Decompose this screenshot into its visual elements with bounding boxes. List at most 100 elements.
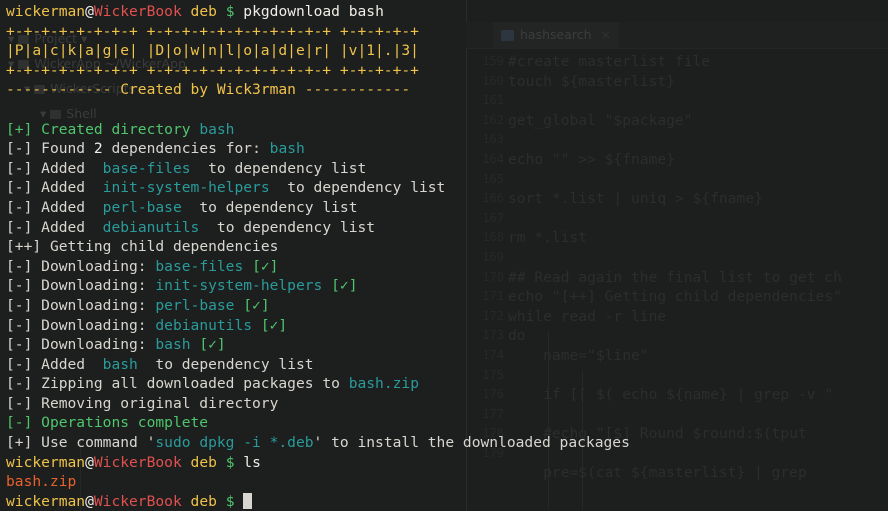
log-text: Operations complete	[41, 414, 209, 432]
log-label: Downloading:	[41, 277, 147, 295]
prompt-line-3[interactable]: wickerman@WickerBook deb $	[6, 492, 888, 511]
log-target: bash	[199, 120, 235, 138]
log-tag: [-]	[6, 218, 33, 236]
log-tag: [-]	[6, 414, 33, 432]
banner-rule-top: +-+-+-+-+-+-+-+ +-+-+-+-+-+-+-+-+-+-+ +-…	[6, 22, 419, 40]
prompt-symbol: $	[225, 453, 235, 471]
log-tag: [-]	[6, 159, 33, 177]
log-tag: [-]	[6, 355, 33, 373]
prompt-symbol: $	[225, 3, 235, 20]
log-operations-complete: [-] Operations complete	[6, 413, 888, 433]
log-text: Getting child dependencies	[49, 238, 279, 256]
banner-rule-bottom: +-+-+-+-+-+-+-+ +-+-+-+-+-+-+-+-+-+-+ +-…	[6, 61, 419, 79]
log-found-dependencies: [-] Found 2 dependencies for: bash	[6, 139, 888, 159]
log-text: Removing original directory	[41, 394, 279, 412]
prompt-user: wickerman	[6, 3, 86, 20]
log-text: Zipping all downloaded packages to	[41, 375, 340, 393]
log-tag: [-]	[6, 375, 33, 393]
log-zipping: [-] Zipping all downloaded packages to b…	[6, 374, 888, 394]
prompt-at: @	[85, 3, 94, 20]
log-package: init-system-helpers	[102, 179, 270, 197]
log-label: Downloading:	[41, 257, 147, 275]
banner-credit-text: Created by Wick3rman	[120, 81, 296, 99]
log-package: bash	[269, 140, 305, 158]
log-tag: [-]	[6, 296, 33, 314]
log-added-package: [-] Added perl-base to dependency list	[6, 198, 888, 218]
log-tag: [-]	[6, 336, 33, 354]
prompt-line-1: wickerman@WickerBook deb $ pkgdownload b…	[6, 2, 888, 22]
log-tag: [-]	[6, 277, 33, 295]
download-status-check: [✓]	[260, 316, 288, 334]
ls-output-archive: bash.zip	[6, 473, 77, 491]
log-text: Created directory	[41, 120, 191, 138]
log-added-package: [-] Added debianutils to dependency list	[6, 218, 888, 238]
prompt-host: WickerBook	[93, 453, 182, 471]
log-added-package: [-] Added base-files to dependency list	[6, 159, 888, 179]
download-status-check: [✓]	[331, 277, 358, 295]
log-package: debianutils	[155, 316, 253, 334]
log-tag: [++]	[6, 238, 42, 256]
log-added-rows: [-] Added base-files to dependency list[…	[6, 159, 888, 237]
prompt-line-2: wickerman@WickerBook deb $ ls	[6, 453, 888, 473]
log-hint-before: Use command '	[41, 434, 156, 452]
log-package: perl-base	[155, 296, 235, 314]
banner-credit: ------------ Created by Wick3rman ------…	[6, 80, 888, 100]
log-tag: [+]	[6, 434, 33, 452]
log-package: debianutils	[102, 218, 200, 236]
log-hint-after: ' to install the downloaded packages	[313, 434, 630, 452]
log-tag: [-]	[6, 179, 33, 197]
log-child-dependencies: [++] Getting child dependencies	[6, 237, 888, 257]
log-label: Added	[41, 198, 86, 216]
log-created-directory: [+] Created directory bash	[6, 120, 888, 140]
log-package: bash	[155, 336, 191, 354]
prompt-user: wickerman	[6, 453, 86, 471]
log-removing-directory: [-] Removing original directory	[6, 394, 888, 414]
download-status-check: [✓]	[252, 257, 279, 275]
prompt-dir: deb	[190, 3, 217, 20]
log-package: base-files	[155, 257, 244, 275]
log-count: 2	[93, 140, 103, 158]
log-label: Downloading:	[41, 296, 147, 314]
log-suffix: to dependency list	[208, 159, 367, 177]
log-downloading-package: [-] Downloading: debianutils [✓]	[6, 316, 888, 336]
prompt-dir: deb	[190, 492, 217, 510]
log-tag: [-]	[6, 394, 33, 412]
log-label: Added	[41, 355, 86, 373]
log-downloading-package: [-] Downloading: base-files [✓]	[6, 257, 888, 277]
banner-title: |P|a|c|k|a|g|e| |D|o|w|n|l|o|a|d|e|r| |v…	[6, 42, 419, 60]
log-tag: [-]	[6, 198, 33, 216]
log-middle: dependencies for:	[111, 140, 261, 158]
log-label: Added	[41, 159, 86, 177]
text-cursor[interactable]	[243, 492, 253, 509]
prompt-host: WickerBook	[93, 492, 182, 510]
log-added-package: [-] Added init-system-helpers to depende…	[6, 178, 888, 198]
download-status-check: [✓]	[199, 336, 226, 354]
log-suffix: to dependency list	[216, 218, 376, 236]
log-suffix: to dependency list	[287, 179, 446, 197]
terminal-output-pane[interactable]: wickerman@WickerBook deb $ pkgdownload b…	[0, 0, 888, 511]
log-archive: bash.zip	[348, 375, 419, 393]
log-label: Downloading:	[41, 336, 147, 354]
command-pkgdownload: pkgdownload bash	[243, 3, 384, 20]
log-package: base-files	[102, 159, 191, 177]
log-suffix: to dependency list	[155, 355, 314, 373]
log-tag: [-]	[6, 316, 33, 334]
prompt-at: @	[85, 453, 94, 471]
log-downloading-package: [-] Downloading: init-system-helpers [✓]	[6, 276, 888, 296]
log-label: Added	[41, 218, 86, 236]
log-package: bash	[102, 355, 138, 373]
log-downloading-package: [-] Downloading: perl-base [✓]	[6, 296, 888, 316]
log-prefix: Found	[41, 140, 86, 158]
prompt-user: wickerman	[6, 492, 86, 510]
log-downloading-package: [-] Downloading: bash [✓]	[6, 335, 888, 355]
log-package: init-system-helpers	[155, 277, 323, 295]
log-package: perl-base	[102, 198, 182, 216]
prompt-symbol: $	[225, 492, 235, 510]
log-added-bash: [-] Added bash to dependency list	[6, 355, 888, 375]
banner-credit-dashes-left: ------------	[6, 81, 112, 99]
log-tag: [-]	[6, 257, 33, 275]
log-label: Added	[41, 179, 86, 197]
log-install-hint: [+] Use command 'sudo dpkg -i *.deb' to …	[6, 433, 888, 453]
log-tag: [+]	[6, 120, 33, 138]
